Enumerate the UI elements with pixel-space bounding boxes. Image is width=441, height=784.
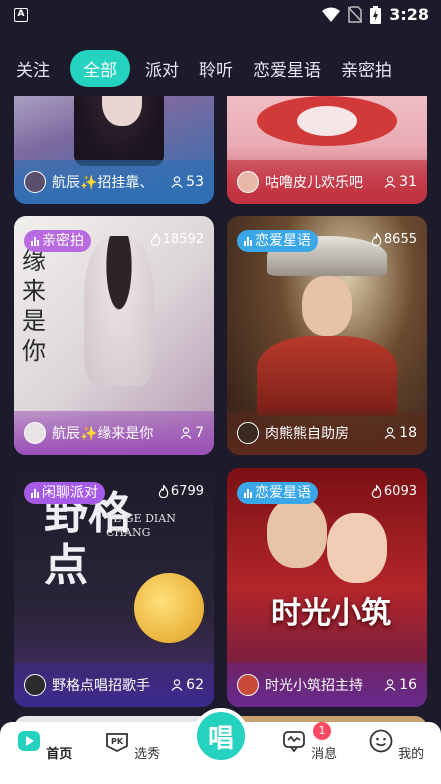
flame-icon	[371, 233, 382, 246]
battery-charging-icon	[370, 5, 382, 24]
category-badge: 亲密拍	[24, 230, 91, 252]
category-tabs: 关注 全部 派对 聆听 恋爱星语 亲密拍	[0, 40, 441, 96]
nav-pk[interactable]: PK 选秀	[102, 728, 162, 762]
flame-icon	[371, 485, 382, 498]
room-name: 时光小筑招主持	[265, 678, 363, 694]
avatar	[237, 422, 259, 444]
person-icon	[384, 176, 396, 188]
tab-intimate-photo[interactable]: 亲密拍	[341, 50, 392, 87]
tab-all[interactable]: 全部	[70, 49, 130, 87]
avatar	[237, 674, 259, 696]
room-card[interactable]: 恋爱星语 8655 肉熊熊自助房 18	[227, 216, 427, 455]
nav-profile[interactable]: 我的	[366, 728, 426, 762]
message-icon	[283, 731, 305, 753]
room-name: 航辰✨招挂靠、	[52, 175, 154, 191]
category-badge-label: 闲聊派对	[42, 485, 98, 501]
member-count-value: 53	[186, 174, 204, 190]
svg-text:PK: PK	[111, 737, 124, 746]
heat-indicator: 6799	[158, 484, 204, 499]
nav-profile-label: 我的	[398, 747, 425, 762]
member-count: 7	[180, 425, 204, 441]
cover-title: 时光小筑	[271, 596, 391, 631]
cover-subtitle: YE GE DIAN CHANG	[106, 512, 176, 539]
flame-icon	[150, 233, 160, 246]
category-badge-label: 亲密拍	[42, 233, 84, 249]
person-icon	[180, 427, 192, 439]
notification-icon: A	[14, 8, 28, 22]
nav-pk-label: 选秀	[134, 747, 161, 762]
pk-icon: PK	[106, 733, 128, 753]
nav-messages-label: 消息	[311, 747, 338, 762]
member-count-value: 16	[399, 677, 417, 693]
heat-value: 18592	[162, 232, 204, 247]
tab-follow[interactable]: 关注	[16, 50, 50, 87]
member-count-value: 7	[195, 425, 204, 441]
nav-home[interactable]: 首页	[14, 728, 74, 762]
heat-value: 8655	[383, 232, 417, 247]
heat-value: 6799	[170, 484, 204, 499]
heat-indicator: 6093	[371, 484, 417, 499]
person-icon	[384, 679, 396, 691]
wifi-icon	[322, 7, 341, 22]
heat-indicator: 18592	[150, 232, 204, 247]
category-badge-label: 恋爱星语	[255, 233, 311, 249]
heat-value: 6093	[383, 484, 417, 499]
category-badge: 恋爱星语	[237, 230, 318, 252]
tab-listen[interactable]: 聆听	[199, 50, 233, 87]
nav-home-label: 首页	[46, 747, 73, 762]
avatar	[24, 422, 46, 444]
tab-party[interactable]: 派对	[145, 50, 179, 87]
room-name: 肉熊熊自助房	[265, 426, 349, 442]
unread-badge: 1	[313, 722, 331, 740]
sing-button[interactable]: 唱	[193, 708, 249, 764]
member-count: 16	[384, 677, 417, 693]
status-bar: A 3:28	[0, 0, 441, 32]
member-count: 62	[171, 677, 204, 693]
category-badge: 闲聊派对	[24, 482, 105, 504]
member-count-value: 31	[399, 174, 417, 190]
category-badge-label: 恋爱星语	[255, 485, 311, 501]
avatar	[237, 171, 259, 193]
member-count-value: 18	[399, 425, 417, 441]
room-name: 航辰✨缘来是你	[52, 426, 154, 442]
tab-love-talk[interactable]: 恋爱星语	[253, 50, 321, 87]
person-icon	[384, 427, 396, 439]
audio-bars-icon	[31, 488, 39, 498]
member-count-value: 62	[186, 677, 204, 693]
cover-title: 缘来是你	[22, 247, 46, 365]
home-icon	[17, 731, 40, 751]
room-card[interactable]: 野格点 YE GE DIAN CHANG 闲聊派对 6799 野格点唱招歌手 6…	[14, 468, 214, 707]
room-card[interactable]: 时光小筑 恋爱星语 6093 时光小筑招主持 16	[227, 468, 427, 707]
person-icon	[171, 176, 183, 188]
person-icon	[171, 679, 183, 691]
room-grid: 航辰✨招挂靠、 53 咕噜皮儿欢乐吧 31 缘来是你 亲密拍 18592 航辰✨…	[0, 96, 441, 722]
clock: 3:28	[389, 5, 429, 24]
avatar	[24, 674, 46, 696]
smiley-icon	[369, 729, 393, 753]
room-name: 野格点唱招歌手	[52, 678, 150, 694]
heat-indicator: 8655	[371, 232, 417, 247]
category-badge: 恋爱星语	[237, 482, 318, 504]
member-count: 31	[384, 174, 417, 190]
audio-bars-icon	[31, 236, 39, 246]
flame-icon	[158, 485, 169, 498]
member-count: 18	[384, 425, 417, 441]
audio-bars-icon	[244, 488, 252, 498]
room-card[interactable]: 缘来是你 亲密拍 18592 航辰✨缘来是你 7	[14, 216, 214, 455]
audio-bars-icon	[244, 236, 252, 246]
room-card[interactable]: 咕噜皮儿欢乐吧 31	[227, 96, 427, 204]
room-card[interactable]: 航辰✨招挂靠、 53	[14, 96, 214, 204]
member-count: 53	[171, 174, 204, 190]
nav-messages[interactable]: 1 消息	[279, 722, 339, 762]
room-name: 咕噜皮儿欢乐吧	[265, 175, 363, 191]
no-sim-icon	[348, 6, 363, 23]
avatar	[24, 171, 46, 193]
